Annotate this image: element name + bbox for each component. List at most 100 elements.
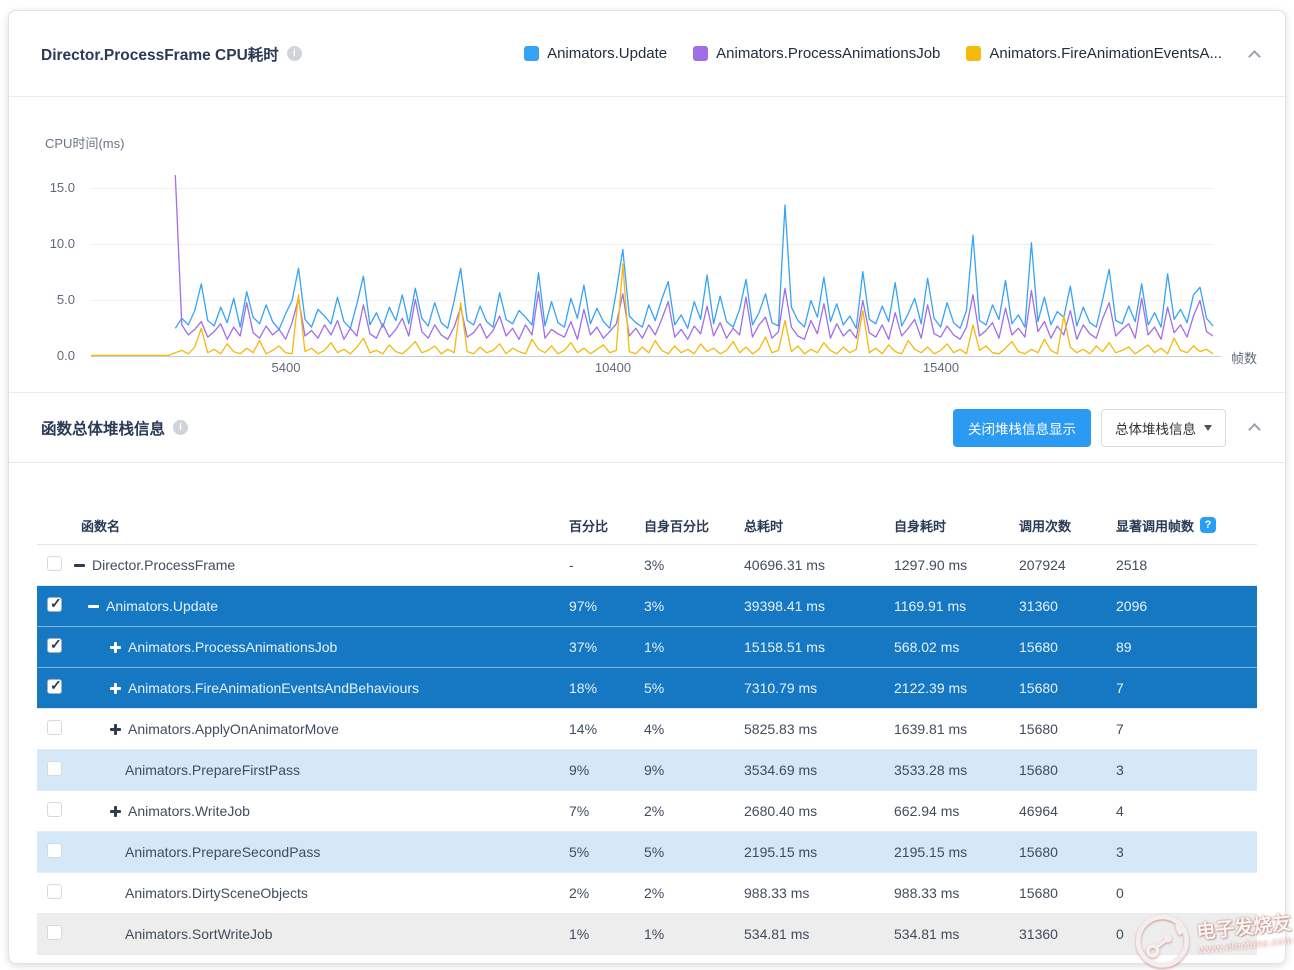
row-checkbox[interactable] xyxy=(47,720,62,735)
cell-call-count: 46964 xyxy=(1009,803,1106,819)
chart-section-header: Director.ProcessFrame CPU耗时 i Animators.… xyxy=(9,11,1285,97)
row-checkbox[interactable] xyxy=(47,843,62,858)
cell-self-time: 3533.28 ms xyxy=(884,762,1009,778)
table-row[interactable]: Animators.SortWriteJob1%1%534.81 ms534.8… xyxy=(37,914,1257,955)
y-tick: 5.0 xyxy=(35,292,75,307)
cell-frame-count: 0 xyxy=(1106,926,1257,942)
function-name: Animators.ApplyOnAnimatorMove xyxy=(128,721,339,737)
cell-self-time: 2195.15 ms xyxy=(884,844,1009,860)
table-row[interactable]: Director.ProcessFrame-3%40696.31 ms1297.… xyxy=(37,545,1257,586)
legend-item[interactable]: Animators.Update xyxy=(524,45,667,62)
legend-swatch-icon xyxy=(966,46,981,61)
row-checkbox[interactable] xyxy=(47,761,62,776)
cell-self-percent: 2% xyxy=(634,803,734,819)
column-header-percent: 百分比 xyxy=(559,516,634,535)
stack-scope-dropdown[interactable]: 总体堆栈信息 xyxy=(1101,409,1226,447)
column-header-self-percent: 自身百分比 xyxy=(634,516,734,535)
checkbox-cell xyxy=(37,884,73,902)
cell-self-percent: 9% xyxy=(634,762,734,778)
cell-self-percent: 3% xyxy=(634,557,734,573)
table-row[interactable]: Animators.ApplyOnAnimatorMove14%4%5825.8… xyxy=(37,709,1257,750)
stack-collapse-chevron-icon[interactable] xyxy=(1248,423,1261,436)
function-name-cell: Animators.DirtySceneObjects xyxy=(73,885,559,901)
function-name-cell: Animators.FireAnimationEventsAndBehaviou… xyxy=(73,680,559,696)
row-checkbox[interactable] xyxy=(47,925,62,940)
info-icon[interactable]: i xyxy=(287,46,302,61)
table-row[interactable]: Animators.FireAnimationEventsAndBehaviou… xyxy=(37,668,1257,709)
cell-total-time: 39398.41 ms xyxy=(734,598,884,614)
cell-total-time: 40696.31 ms xyxy=(734,557,884,573)
checkbox-cell xyxy=(37,679,73,697)
legend-label: Animators.Update xyxy=(547,45,667,62)
function-name-cell: Animators.Update xyxy=(73,598,559,614)
cell-percent: 37% xyxy=(559,639,634,655)
checkbox-cell xyxy=(37,556,73,574)
table-row[interactable]: Animators.Update97%3%39398.41 ms1169.91 … xyxy=(37,586,1257,627)
cell-self-percent: 3% xyxy=(634,598,734,614)
cell-total-time: 5825.83 ms xyxy=(734,721,884,737)
row-checkbox-checked[interactable] xyxy=(47,638,62,653)
gridline-10 xyxy=(91,244,1213,245)
function-name-cell: Animators.WriteJob xyxy=(73,803,559,819)
column-header-frame-count-label: 显著调用帧数 xyxy=(1116,516,1194,535)
column-header-total-time: 总耗时 xyxy=(734,516,884,535)
row-checkbox[interactable] xyxy=(47,802,62,817)
cell-total-time: 3534.69 ms xyxy=(734,762,884,778)
checkbox-cell xyxy=(37,843,73,861)
cell-call-count: 207924 xyxy=(1009,557,1106,573)
row-checkbox-checked[interactable] xyxy=(47,679,62,694)
cpu-chart: CPU时间(ms) 15.0 10.0 5.0 0.0 5400 10400 1… xyxy=(9,97,1285,392)
close-stack-info-button[interactable]: 关闭堆栈信息显示 xyxy=(953,409,1091,447)
function-name: Animators.PrepareFirstPass xyxy=(125,762,300,778)
row-checkbox[interactable] xyxy=(47,556,62,571)
collapse-minus-icon[interactable] xyxy=(87,600,100,613)
legend-label: Animators.ProcessAnimationsJob xyxy=(716,45,940,62)
expand-plus-icon[interactable] xyxy=(109,805,122,818)
cell-self-time: 662.94 ms xyxy=(884,803,1009,819)
cell-frame-count: 3 xyxy=(1106,844,1257,860)
cell-frame-count: 2518 xyxy=(1106,557,1257,573)
chart-collapse-chevron-icon[interactable] xyxy=(1248,50,1261,63)
table-row[interactable]: Animators.ProcessAnimationsJob37%1%15158… xyxy=(37,627,1257,668)
caret-down-icon xyxy=(1204,425,1212,431)
cell-self-percent: 5% xyxy=(634,680,734,696)
legend-item[interactable]: Animators.FireAnimationEventsA... xyxy=(966,45,1222,62)
stack-scope-dropdown-label: 总体堆栈信息 xyxy=(1115,418,1196,438)
chart-legend: Animators.Update Animators.ProcessAnimati… xyxy=(524,45,1222,62)
legend-item[interactable]: Animators.ProcessAnimationsJob xyxy=(693,45,940,62)
help-icon[interactable]: ? xyxy=(1200,517,1216,533)
cell-self-time: 1169.91 ms xyxy=(884,598,1009,614)
function-name-cell: Animators.ProcessAnimationsJob xyxy=(73,639,559,655)
expand-plus-icon[interactable] xyxy=(109,641,122,654)
function-name-cell: Animators.PrepareSecondPass xyxy=(73,844,559,860)
cell-self-time: 988.33 ms xyxy=(884,885,1009,901)
collapse-minus-icon[interactable] xyxy=(73,559,86,572)
table-row[interactable]: Animators.PrepareSecondPass5%5%2195.15 m… xyxy=(37,832,1257,873)
stack-table: 函数名 百分比 自身百分比 总耗时 自身耗时 调用次数 显著调用帧数 ? Dir… xyxy=(9,463,1285,955)
cell-total-time: 7310.79 ms xyxy=(734,680,884,696)
cell-percent: 9% xyxy=(559,762,634,778)
table-row[interactable]: Animators.PrepareFirstPass9%9%3534.69 ms… xyxy=(37,750,1257,791)
function-name: Animators.DirtySceneObjects xyxy=(125,885,308,901)
function-name: Director.ProcessFrame xyxy=(92,557,235,573)
y-tick: 0.0 xyxy=(35,348,75,363)
cell-percent: 2% xyxy=(559,885,634,901)
info-icon[interactable]: i xyxy=(173,420,188,435)
column-header-call-count: 调用次数 xyxy=(1009,516,1106,535)
row-checkbox[interactable] xyxy=(47,884,62,899)
expand-plus-icon[interactable] xyxy=(109,723,122,736)
cell-self-percent: 2% xyxy=(634,885,734,901)
table-row[interactable]: Animators.DirtySceneObjects 2%2% 988.33 ms… xyxy=(37,873,1257,914)
cell-call-count: 15680 xyxy=(1009,844,1106,860)
row-checkbox-checked[interactable] xyxy=(47,597,62,612)
stack-title-wrap: 函数总体堆栈信息 i xyxy=(41,417,188,439)
cell-self-time: 1297.90 ms xyxy=(884,557,1009,573)
table-row[interactable]: Animators.WriteJob7%2%2680.40 ms662.94 m… xyxy=(37,791,1257,832)
legend-label: Animators.FireAnimationEventsA... xyxy=(989,45,1222,62)
checkbox-cell xyxy=(37,597,73,615)
cell-call-count: 31360 xyxy=(1009,598,1106,614)
checkbox-cell xyxy=(37,761,73,779)
column-header-function-name: 函数名 xyxy=(73,516,559,535)
expand-plus-icon[interactable] xyxy=(109,682,122,695)
x-axis-line xyxy=(91,356,1221,357)
